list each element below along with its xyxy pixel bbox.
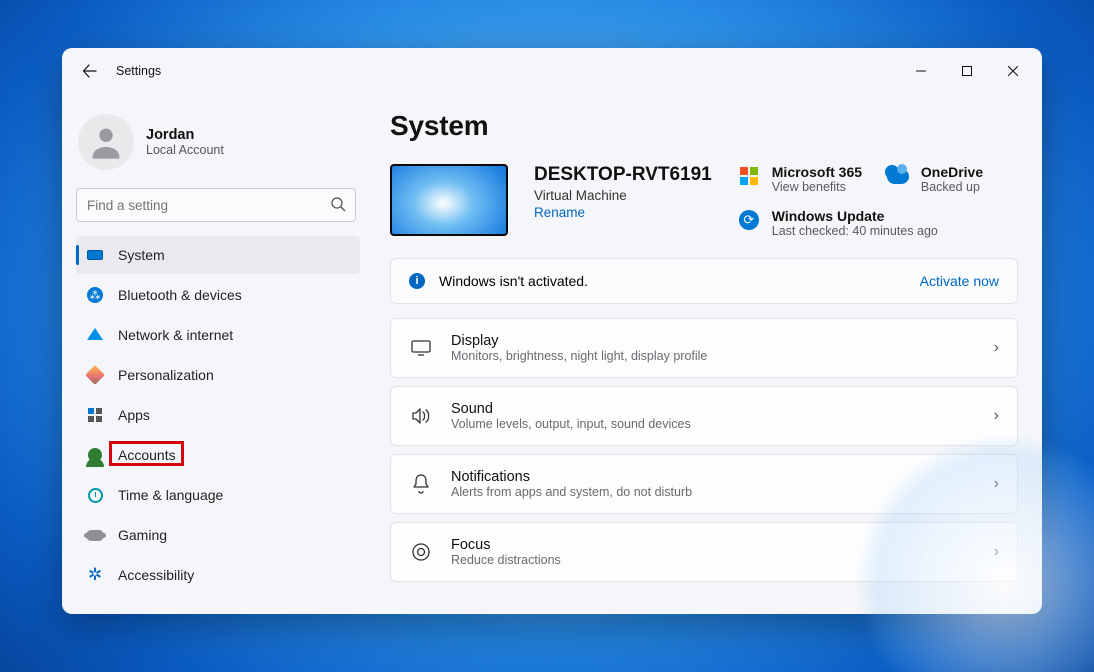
nav-list: System ⁂ Bluetooth & devices Network & i…	[76, 236, 362, 604]
row-notifications[interactable]: Notifications Alerts from apps and syste…	[390, 454, 1018, 514]
activation-banner: i Windows isn't activated. Activate now	[390, 258, 1018, 304]
settings-window: Settings	[62, 48, 1042, 614]
row-title: Sound	[451, 401, 976, 417]
row-title: Notifications	[451, 469, 976, 485]
titlebar: Settings	[62, 48, 1042, 94]
nav-item-personalization[interactable]: Personalization	[76, 356, 360, 394]
row-title: Focus	[451, 537, 976, 553]
page-heading: System	[390, 110, 1018, 142]
chevron-right-icon: ›	[994, 543, 999, 561]
nav-item-accounts[interactable]: Accounts	[76, 436, 360, 474]
row-sub: Volume levels, output, input, sound devi…	[451, 417, 976, 431]
desktop-wallpaper: Settings	[0, 0, 1094, 672]
row-sub: Alerts from apps and system, do not dist…	[451, 485, 976, 499]
tile-title: Windows Update	[772, 208, 938, 224]
chevron-right-icon: ›	[994, 407, 999, 425]
search-box[interactable]	[76, 188, 356, 222]
system-icon	[86, 246, 104, 264]
nav-label: Time & language	[118, 487, 223, 503]
row-sub: Reduce distractions	[451, 553, 976, 567]
tile-onedrive[interactable]: OneDrive Backed up	[887, 164, 1018, 194]
chevron-right-icon: ›	[994, 339, 999, 357]
wifi-icon	[86, 326, 104, 344]
nav-label: Accessibility	[118, 567, 194, 583]
minimize-icon	[916, 66, 926, 76]
row-display[interactable]: Display Monitors, brightness, night ligh…	[390, 318, 1018, 378]
profile-name: Jordan	[146, 127, 224, 143]
tile-sub: Backed up	[921, 180, 983, 194]
accessibility-icon: ✲	[86, 566, 104, 584]
info-icon: i	[409, 273, 425, 289]
pc-subtitle: Virtual Machine	[534, 188, 712, 203]
close-button[interactable]	[990, 48, 1036, 94]
row-title: Display	[451, 333, 976, 349]
activate-now-link[interactable]: Activate now	[920, 273, 999, 289]
window-title: Settings	[116, 64, 161, 78]
nav-item-apps[interactable]: Apps	[76, 396, 360, 434]
windows-update-icon: ⟳	[738, 209, 760, 231]
tile-windows-update[interactable]: ⟳ Windows Update Last checked: 40 minute…	[738, 208, 1018, 238]
nav-item-network[interactable]: Network & internet	[76, 316, 360, 354]
nav-label: Apps	[118, 407, 150, 423]
focus-icon	[409, 542, 433, 562]
maximize-icon	[962, 66, 972, 76]
nav-label: Personalization	[118, 367, 214, 383]
tile-microsoft-365[interactable]: Microsoft 365 View benefits	[738, 164, 869, 194]
onedrive-icon	[887, 165, 909, 187]
tile-title: Microsoft 365	[772, 164, 862, 180]
brush-icon	[86, 366, 104, 384]
activation-text: Windows isn't activated.	[439, 273, 588, 289]
sound-icon	[409, 407, 433, 425]
apps-icon	[86, 406, 104, 424]
maximize-button[interactable]	[944, 48, 990, 94]
desktop-thumbnail[interactable]	[390, 164, 508, 236]
row-focus[interactable]: Focus Reduce distractions ›	[390, 522, 1018, 582]
nav-item-bluetooth[interactable]: ⁂ Bluetooth & devices	[76, 276, 360, 314]
row-sound[interactable]: Sound Volume levels, output, input, soun…	[390, 386, 1018, 446]
pc-name: DESKTOP-RVT6191	[534, 164, 712, 186]
main-content: System DESKTOP-RVT6191 Virtual Machine R…	[362, 94, 1042, 614]
search-input[interactable]	[76, 188, 356, 222]
nav-label: Accounts	[118, 447, 176, 463]
back-button[interactable]	[80, 61, 100, 81]
search-icon	[330, 196, 346, 217]
close-icon	[1008, 66, 1018, 76]
chevron-right-icon: ›	[994, 475, 999, 493]
nav-label: Gaming	[118, 527, 167, 543]
tile-sub: View benefits	[772, 180, 862, 194]
bell-icon	[409, 474, 433, 494]
microsoft-365-icon	[738, 165, 760, 187]
system-overview: DESKTOP-RVT6191 Virtual Machine Rename M…	[390, 164, 1018, 238]
clock-icon	[86, 486, 104, 504]
gamepad-icon	[86, 526, 104, 544]
nav-label: Network & internet	[118, 327, 233, 343]
display-icon	[409, 340, 433, 356]
tile-sub: Last checked: 40 minutes ago	[772, 224, 938, 238]
accounts-icon	[86, 446, 104, 464]
nav-label: Bluetooth & devices	[118, 287, 242, 303]
person-icon	[86, 122, 126, 162]
nav-label: System	[118, 247, 165, 263]
nav-item-system[interactable]: System	[76, 236, 360, 274]
bluetooth-icon: ⁂	[86, 286, 104, 304]
nav-item-gaming[interactable]: Gaming	[76, 516, 360, 554]
sidebar: Jordan Local Account System	[62, 94, 362, 614]
rename-link[interactable]: Rename	[534, 205, 585, 220]
profile-block[interactable]: Jordan Local Account	[76, 110, 362, 188]
arrow-left-icon	[82, 63, 98, 79]
nav-item-accessibility[interactable]: ✲ Accessibility	[76, 556, 360, 594]
tile-title: OneDrive	[921, 164, 983, 180]
nav-item-time-language[interactable]: Time & language	[76, 476, 360, 514]
minimize-button[interactable]	[898, 48, 944, 94]
row-sub: Monitors, brightness, night light, displ…	[451, 349, 976, 363]
profile-subtitle: Local Account	[146, 143, 224, 157]
avatar	[78, 114, 134, 170]
